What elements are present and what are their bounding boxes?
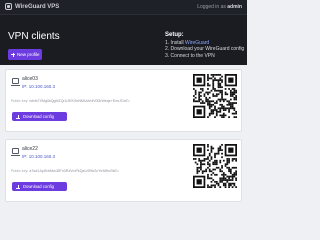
brand[interactable]: WireGuard VPS (5, 3, 59, 10)
logged-in-prefix: Logged in as (197, 4, 228, 10)
qr-code-icon (193, 144, 237, 188)
download-config-button[interactable]: Download config (12, 182, 67, 191)
public-key-value: a7sd1Jq4KxfMwJ8Fn3RzVmPkQeLt9HbZcYtr5WxG… (29, 169, 119, 173)
setup-step-3: 3. Connect to the VPN (165, 52, 215, 59)
ip-value: 10.100.160.3 (28, 84, 56, 89)
setup-instructions: Setup: 1. Install WireGuard 2. Download … (165, 32, 244, 59)
qr-code-icon (193, 74, 237, 118)
laptop-icon (11, 78, 20, 86)
setup-title: Setup: (165, 32, 184, 38)
download-icon (16, 114, 20, 119)
public-key: Public key: wfcib7XMg0kQgMZQrUJEKXbNMUvi… (11, 99, 130, 103)
new-profile-label: New profile (17, 52, 40, 57)
plus-icon (11, 52, 15, 57)
top-bar: WireGuard VPS Logged in as admin (0, 0, 247, 15)
client-ip: IP: 10.100.160.3 (22, 84, 55, 89)
download-config-button[interactable]: Download config (12, 112, 67, 121)
ip-value: 10.100.160.3 (28, 154, 56, 159)
download-icon (16, 184, 20, 189)
download-config-label: Download config (23, 184, 54, 189)
public-key-label: Public key: (11, 99, 29, 103)
public-key: Public key: a7sd1Jq4KxfMwJ8Fn3RzVmPkQeLt… (11, 169, 119, 173)
login-status: Logged in as admin (197, 4, 242, 10)
laptop-icon (11, 148, 20, 156)
public-key-label: Public key: (11, 169, 29, 173)
client-card: alice22 IP: 10.100.160.3 Public key: a7s… (5, 139, 242, 202)
vpn-logo-icon (5, 3, 12, 10)
setup-step-2: 2. Download your WireGuard config (165, 46, 245, 52)
ip-label: IP: (22, 154, 28, 159)
setup-step-1-text: 1. Install (165, 39, 186, 46)
wireguard-link[interactable]: WireGuard (185, 40, 209, 46)
download-config-label: Download config (23, 114, 54, 119)
client-name: alice03 (22, 76, 38, 82)
client-card: alice03 IP: 10.100.160.3 Public key: wfc… (5, 69, 242, 132)
public-key-value: wfcib7XMg0kQgMZQrUJEKXbNMUvie4V0l3rWeqs+… (29, 99, 130, 103)
page-title: VPN clients (8, 31, 60, 42)
new-profile-button[interactable]: New profile (8, 49, 42, 60)
ip-label: IP: (22, 84, 28, 89)
brand-name: WireGuard VPS (15, 3, 60, 10)
username[interactable]: admin (227, 4, 242, 10)
client-ip: IP: 10.100.160.3 (22, 154, 55, 159)
hero-panel: VPN clients New profile Setup: 1. Instal… (0, 15, 247, 65)
client-name: alice22 (22, 146, 38, 152)
